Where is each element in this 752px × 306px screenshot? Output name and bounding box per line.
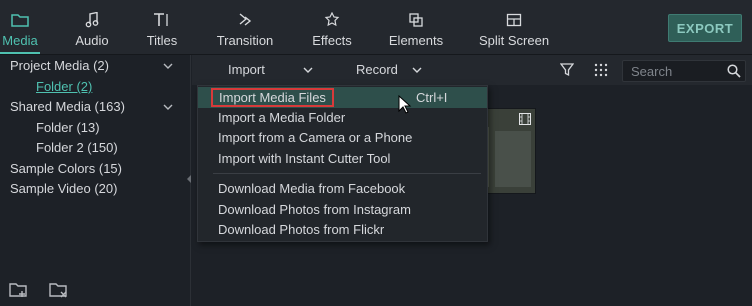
menu-item-label: Download Photos from Instagram bbox=[218, 202, 411, 217]
tab-transition[interactable]: Transition bbox=[212, 0, 278, 54]
menu-item-label: Import Media Files bbox=[211, 88, 334, 107]
record-dropdown[interactable]: Record bbox=[356, 62, 422, 77]
search-input[interactable] bbox=[629, 62, 723, 81]
menu-item-import-from-camera[interactable]: Import from a Camera or a Phone bbox=[198, 127, 487, 148]
import-dropdown[interactable]: Import bbox=[228, 62, 313, 77]
chevron-down-icon bbox=[412, 67, 422, 73]
media-toolbar: Import Record bbox=[192, 55, 752, 85]
menu-item-label: Import from a Camera or a Phone bbox=[218, 130, 413, 145]
menu-item-download-instagram[interactable]: Download Photos from Instagram bbox=[198, 199, 487, 220]
menu-item-label: Download Media from Facebook bbox=[218, 181, 406, 196]
search-box bbox=[622, 60, 746, 82]
sidebar-item-sample-video[interactable]: Sample Video (20) bbox=[10, 181, 117, 196]
menu-item-import-media-folder[interactable]: Import a Media Folder bbox=[198, 107, 487, 128]
menu-separator bbox=[213, 173, 481, 174]
menu-item-label: Download Photos from Flickr bbox=[218, 222, 385, 237]
record-label: Record bbox=[356, 62, 398, 77]
sidebar-item-folder-2[interactable]: Folder 2 (150) bbox=[36, 140, 118, 155]
tab-split-screen-label: Split Screen bbox=[478, 33, 550, 48]
tab-transition-label: Transition bbox=[216, 33, 274, 48]
tab-audio-label: Audio bbox=[75, 33, 109, 48]
tab-split-screen[interactable]: Split Screen bbox=[476, 0, 552, 54]
menu-item-download-facebook[interactable]: Download Media from Facebook bbox=[198, 178, 487, 199]
menu-item-shortcut: Ctrl+I bbox=[416, 90, 448, 105]
chevron-down-icon[interactable] bbox=[163, 102, 173, 112]
delete-folder-icon[interactable] bbox=[48, 278, 70, 300]
tab-elements[interactable]: Elements bbox=[386, 0, 446, 54]
import-menu: Import Media Files Ctrl+I Import a Media… bbox=[197, 85, 488, 242]
export-button[interactable]: EXPORT bbox=[668, 14, 742, 42]
top-nav-bar: Media Audio Titles Transition Effects El… bbox=[0, 0, 752, 55]
music-note-icon bbox=[85, 10, 99, 30]
tab-media[interactable]: Media bbox=[0, 0, 40, 54]
menu-item-download-flickr[interactable]: Download Photos from Flickr bbox=[198, 219, 487, 240]
grid-view-icon[interactable] bbox=[594, 63, 608, 77]
tab-media-label: Media bbox=[2, 33, 38, 48]
sidebar-item-folder-13[interactable]: Folder (13) bbox=[36, 120, 100, 135]
sidebar-item-sample-colors[interactable]: Sample Colors (15) bbox=[10, 161, 122, 176]
filter-icon[interactable] bbox=[560, 63, 574, 77]
media-library-sidebar: Project Media (2) Folder (2) Shared Medi… bbox=[0, 55, 191, 306]
chevron-down-icon[interactable] bbox=[163, 61, 173, 71]
menu-item-label: Import a Media Folder bbox=[218, 110, 346, 125]
video-clip-icon bbox=[519, 113, 531, 125]
sidebar-item-folder[interactable]: Folder (2) bbox=[36, 79, 92, 94]
menu-item-import-media-files[interactable]: Import Media Files Ctrl+I bbox=[198, 87, 487, 108]
tab-effects-label: Effects bbox=[312, 33, 352, 48]
sidebar-item-shared-media[interactable]: Shared Media (163) bbox=[10, 99, 125, 114]
tab-elements-label: Elements bbox=[388, 33, 444, 48]
search-icon[interactable] bbox=[727, 64, 741, 78]
tab-effects[interactable]: Effects bbox=[308, 0, 356, 54]
folder-icon bbox=[11, 10, 29, 30]
text-cursor-icon bbox=[153, 10, 171, 30]
menu-item-import-instant-cutter[interactable]: Import with Instant Cutter Tool bbox=[198, 148, 487, 169]
tab-titles-label: Titles bbox=[146, 33, 178, 48]
elements-icon bbox=[408, 10, 424, 30]
menu-item-label: Import with Instant Cutter Tool bbox=[218, 151, 391, 166]
tab-titles[interactable]: Titles bbox=[142, 0, 182, 54]
effects-icon bbox=[324, 10, 340, 30]
transition-icon bbox=[237, 10, 253, 30]
sidebar-item-project-media[interactable]: Project Media (2) bbox=[10, 58, 109, 73]
active-tab-indicator bbox=[0, 52, 40, 54]
mouse-cursor-icon bbox=[398, 95, 412, 114]
split-screen-icon bbox=[506, 10, 522, 30]
tab-audio[interactable]: Audio bbox=[70, 0, 114, 54]
add-folder-icon[interactable] bbox=[8, 278, 30, 300]
import-label: Import bbox=[228, 62, 265, 77]
chevron-down-icon bbox=[303, 67, 313, 73]
